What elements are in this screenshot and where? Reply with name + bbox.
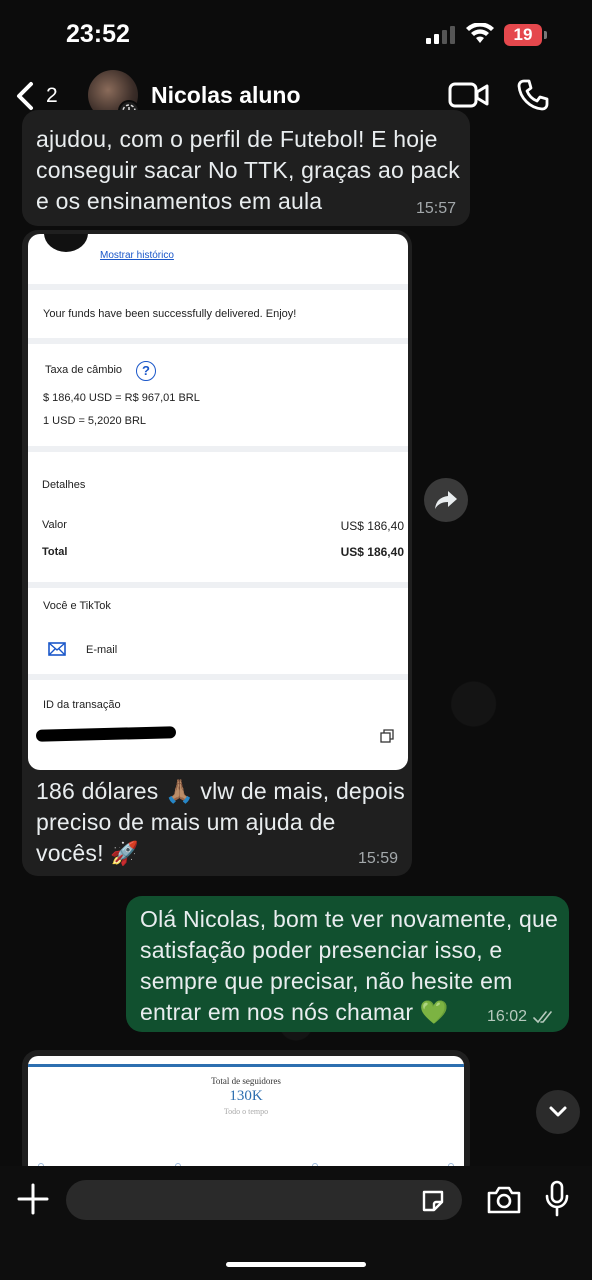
success-message: Your funds have been successfully delive… bbox=[43, 308, 297, 320]
stats-title: Total de seguidores bbox=[211, 1076, 281, 1086]
status-bar: 23:52 19 bbox=[0, 0, 592, 70]
total-amount: US$ 186,40 bbox=[340, 545, 404, 559]
wifi-icon bbox=[466, 23, 494, 43]
home-indicator bbox=[226, 1262, 366, 1267]
divider bbox=[28, 284, 408, 290]
redacted-transaction-id bbox=[35, 726, 177, 742]
followers-stats-image[interactable]: Total de seguidores 130K Todo o tempo bbox=[28, 1056, 464, 1180]
incoming-message-bubble[interactable]: Total de seguidores 130K Todo o tempo bbox=[22, 1050, 470, 1180]
help-icon: ? bbox=[136, 361, 156, 381]
stats-subtitle: Todo o tempo bbox=[223, 1107, 269, 1116]
message-time: 15:57 bbox=[415, 200, 456, 217]
mail-icon bbox=[48, 642, 66, 656]
scroll-to-bottom-button[interactable] bbox=[536, 1090, 580, 1134]
incoming-message-bubble[interactable]: Mostrar histórico Your funds have been s… bbox=[22, 230, 412, 876]
microphone-icon[interactable] bbox=[544, 1180, 570, 1218]
total-label: Total bbox=[42, 546, 68, 558]
signal-icon bbox=[426, 26, 456, 44]
message-time: 15:59 bbox=[357, 850, 398, 867]
status-time: 23:52 bbox=[66, 20, 130, 48]
value-amount: US$ 186,40 bbox=[340, 519, 404, 533]
divider bbox=[28, 446, 408, 452]
chevron-down-icon bbox=[549, 1106, 567, 1117]
transaction-id-label: ID da transação bbox=[43, 699, 121, 711]
history-link: Mostrar histórico bbox=[100, 250, 174, 261]
forward-button[interactable] bbox=[424, 478, 468, 522]
back-button[interactable]: 2 bbox=[14, 78, 58, 114]
exchange-line-2: 1 USD = 5,2020 BRL bbox=[43, 415, 147, 427]
chart-top-line bbox=[28, 1064, 464, 1067]
payment-receipt-image[interactable]: Mostrar histórico Your funds have been s… bbox=[28, 234, 408, 770]
green-heart-emoji: 💚 bbox=[419, 999, 449, 1025]
message-input[interactable] bbox=[66, 1180, 462, 1220]
exchange-line-1: $ 186,40 USD = R$ 967,01 BRL bbox=[43, 392, 200, 404]
message-meta: 16:02 bbox=[487, 1008, 555, 1026]
divider bbox=[28, 674, 408, 680]
divider bbox=[28, 338, 408, 344]
message-text: 186 dólares 🙏🏽 vlw de mais, depois preci… bbox=[36, 778, 405, 866]
phone-icon[interactable] bbox=[516, 78, 550, 112]
unread-count: 2 bbox=[46, 84, 58, 107]
divider bbox=[28, 582, 408, 588]
read-receipt-icon bbox=[533, 1011, 552, 1024]
contact-name[interactable]: Nicolas aluno bbox=[151, 82, 301, 109]
exchange-label: Taxa de câmbio bbox=[45, 364, 123, 376]
message-text: ajudou, com o perfil de Futebol! E hoje … bbox=[36, 126, 460, 214]
camera-icon[interactable] bbox=[486, 1184, 522, 1216]
forward-icon bbox=[435, 491, 457, 509]
you-and-tiktok-label: Você e TikTok bbox=[43, 600, 111, 612]
back-chevron-icon bbox=[17, 82, 33, 110]
value-label: Valor bbox=[42, 519, 67, 531]
message-time: 16:02 bbox=[486, 1008, 527, 1025]
sticker-icon[interactable] bbox=[420, 1188, 446, 1214]
incoming-message-bubble[interactable]: ajudou, com o perfil de Futebol! E hoje … bbox=[22, 110, 470, 226]
video-call-icon[interactable] bbox=[448, 80, 490, 110]
copy-icon bbox=[380, 729, 394, 743]
email-label: E-mail bbox=[86, 644, 118, 656]
stats-value: 130K bbox=[229, 1088, 263, 1104]
details-label: Detalhes bbox=[42, 479, 86, 491]
receipt-logo bbox=[44, 234, 88, 252]
plus-icon[interactable] bbox=[16, 1182, 50, 1216]
message-input-bar bbox=[0, 1166, 592, 1280]
battery-indicator: 19 bbox=[504, 24, 547, 46]
outgoing-message-bubble[interactable]: Olá Nicolas, bom te ver novamente, que s… bbox=[126, 896, 569, 1032]
